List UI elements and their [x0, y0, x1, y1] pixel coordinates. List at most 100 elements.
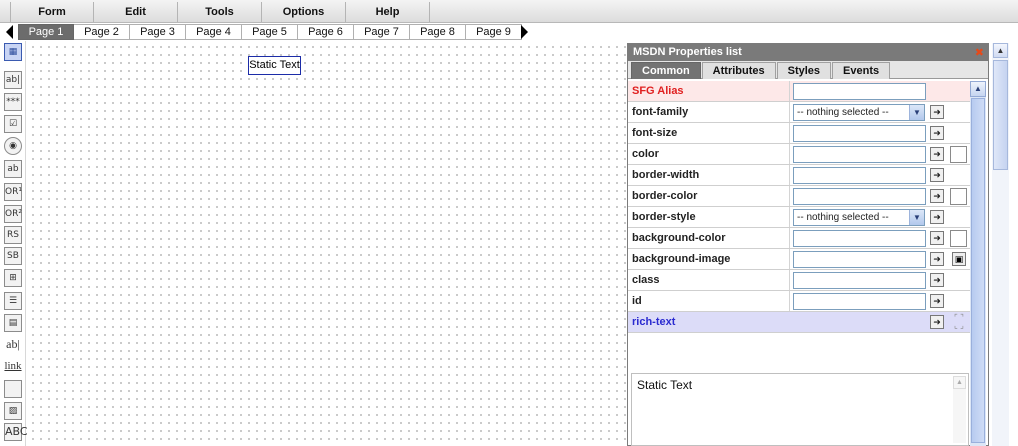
page-tab-bar: Page 1 Page 2 Page 3 Page 4 Page 5 Page …: [0, 23, 1018, 41]
close-icon[interactable]: ✖: [975, 45, 984, 62]
property-row-color: color ➜: [628, 144, 970, 165]
insert-value-icon[interactable]: ➜: [930, 126, 944, 140]
tab-page-2[interactable]: Page 2: [74, 24, 130, 40]
radio-group-1-icon[interactable]: OR¹: [4, 183, 22, 201]
property-label: background-color: [632, 232, 726, 244]
scrollbar-thumb[interactable]: [993, 60, 1008, 170]
tab-page-5[interactable]: Page 5: [242, 24, 298, 40]
spell-check-icon[interactable]: ABC: [4, 423, 28, 441]
property-row-sfg-alias: SFG Alias: [628, 81, 970, 102]
background-color-input[interactable]: [793, 230, 926, 247]
property-row-background-color: background-color ➜: [628, 228, 970, 249]
tab-next-arrow-icon[interactable]: [521, 25, 528, 39]
insert-value-icon[interactable]: ➜: [930, 210, 944, 224]
tab-page-1[interactable]: Page 1: [18, 24, 74, 40]
tab-page-3[interactable]: Page 3: [130, 24, 186, 40]
insert-value-icon[interactable]: ➜: [930, 252, 944, 266]
design-canvas[interactable]: Static Text: [27, 41, 626, 446]
property-label: border-color: [632, 190, 698, 202]
password-input-icon[interactable]: ***: [4, 93, 22, 111]
rich-text-scrollbar[interactable]: ▲: [953, 376, 966, 443]
color-swatch[interactable]: [950, 146, 967, 163]
insert-value-icon[interactable]: ➜: [930, 315, 944, 329]
color-swatch[interactable]: [950, 188, 967, 205]
font-family-select[interactable]: -- nothing selected -- ▼: [793, 104, 925, 121]
menu-help[interactable]: Help: [346, 2, 430, 22]
chevron-down-icon[interactable]: ▼: [909, 210, 924, 225]
insert-value-icon[interactable]: ➜: [930, 189, 944, 203]
menu-options[interactable]: Options: [262, 2, 346, 22]
grid-icon[interactable]: ⊞: [4, 269, 22, 287]
text-input-icon[interactable]: ab|: [4, 71, 22, 89]
insert-value-icon[interactable]: ➜: [930, 168, 944, 182]
rich-text-value: Static Text: [637, 378, 693, 392]
select-icon[interactable]: SB: [4, 247, 22, 265]
textarea-icon[interactable]: ab: [4, 160, 22, 178]
property-label: SFG Alias: [632, 85, 684, 97]
chevron-up-icon[interactable]: ▲: [970, 81, 986, 97]
insert-value-icon[interactable]: ➜: [930, 231, 944, 245]
insert-value-icon[interactable]: ➜: [930, 294, 944, 308]
property-row-id: id ➜: [628, 291, 970, 312]
tab-page-7[interactable]: Page 7: [354, 24, 410, 40]
static-text-element[interactable]: Static Text: [248, 56, 301, 75]
property-row-border-style: border-style -- nothing selected -- ▼ ➜: [628, 207, 970, 228]
chevron-up-icon[interactable]: ▲: [953, 376, 966, 389]
toolbox: ▦ ab| *** ☑ ◉ ab OR¹ OR² RS SB ⊞ ☰ ▤ ab|…: [0, 41, 28, 446]
chevron-up-icon[interactable]: ▲: [993, 43, 1008, 58]
rich-text-area[interactable]: Static Text ▲: [631, 373, 969, 446]
color-input[interactable]: [793, 146, 926, 163]
image-icon[interactable]: ▨: [4, 402, 22, 420]
insert-value-icon[interactable]: ➜: [930, 147, 944, 161]
page-scrollbar[interactable]: ▲: [992, 43, 1009, 446]
border-color-input[interactable]: [793, 188, 926, 205]
button-icon[interactable]: [4, 380, 22, 398]
tab-prev-arrow-icon[interactable]: [6, 25, 13, 39]
tab-common[interactable]: Common: [631, 62, 701, 79]
chevron-down-icon[interactable]: ▼: [909, 105, 924, 120]
insert-value-icon[interactable]: ➜: [930, 105, 944, 119]
radio-select-icon[interactable]: RS: [4, 226, 22, 244]
properties-body: SFG Alias font-family -- nothing selecte…: [628, 81, 970, 446]
radio-group-2-icon[interactable]: OR²: [4, 205, 22, 223]
border-style-select[interactable]: -- nothing selected -- ▼: [793, 209, 925, 226]
property-label: font-family: [632, 106, 689, 118]
checkbox-icon[interactable]: ☑: [4, 115, 22, 133]
properties-scrollbar[interactable]: ▲: [970, 81, 986, 446]
menu-tools[interactable]: Tools: [178, 2, 262, 22]
link-icon[interactable]: link: [4, 358, 22, 376]
border-width-input[interactable]: [793, 167, 926, 184]
table-icon[interactable]: ▤: [4, 314, 22, 332]
image-picker-icon[interactable]: ▣: [952, 252, 966, 266]
tab-page-6[interactable]: Page 6: [298, 24, 354, 40]
menu-edit[interactable]: Edit: [94, 2, 178, 22]
tab-styles[interactable]: Styles: [776, 62, 832, 79]
insert-value-icon[interactable]: ➜: [930, 273, 944, 287]
property-label: background-image: [632, 253, 731, 265]
property-row-font-size: font-size ➜: [628, 123, 970, 144]
property-label: border-width: [632, 169, 700, 181]
property-label: font-size: [632, 127, 678, 139]
list-icon[interactable]: ☰: [4, 292, 22, 310]
menu-form[interactable]: Form: [10, 2, 94, 22]
form-layout-icon[interactable]: ▦: [4, 43, 22, 61]
font-size-input[interactable]: [793, 125, 926, 142]
property-row-font-family: font-family -- nothing selected -- ▼ ➜: [628, 102, 970, 123]
expand-icon[interactable]: ⌜ ⌝ ⌞ ⌟: [950, 314, 968, 331]
background-image-input[interactable]: [793, 251, 926, 268]
tab-page-8[interactable]: Page 8: [410, 24, 466, 40]
tab-page-4[interactable]: Page 4: [186, 24, 242, 40]
radio-button-icon[interactable]: ◉: [4, 137, 22, 155]
label-icon[interactable]: ab|: [4, 336, 22, 354]
properties-title: MSDN Properties list: [633, 46, 742, 58]
select-value: -- nothing selected --: [797, 212, 889, 223]
id-input[interactable]: [793, 293, 926, 310]
scrollbar-thumb[interactable]: [971, 98, 985, 443]
sfg-alias-input[interactable]: [793, 83, 926, 100]
tab-page-9[interactable]: Page 9: [466, 24, 522, 40]
tab-events[interactable]: Events: [832, 62, 891, 79]
class-input[interactable]: [793, 272, 926, 289]
tab-attributes[interactable]: Attributes: [701, 62, 776, 79]
color-swatch[interactable]: [950, 230, 967, 247]
property-label: rich-text: [632, 316, 676, 328]
